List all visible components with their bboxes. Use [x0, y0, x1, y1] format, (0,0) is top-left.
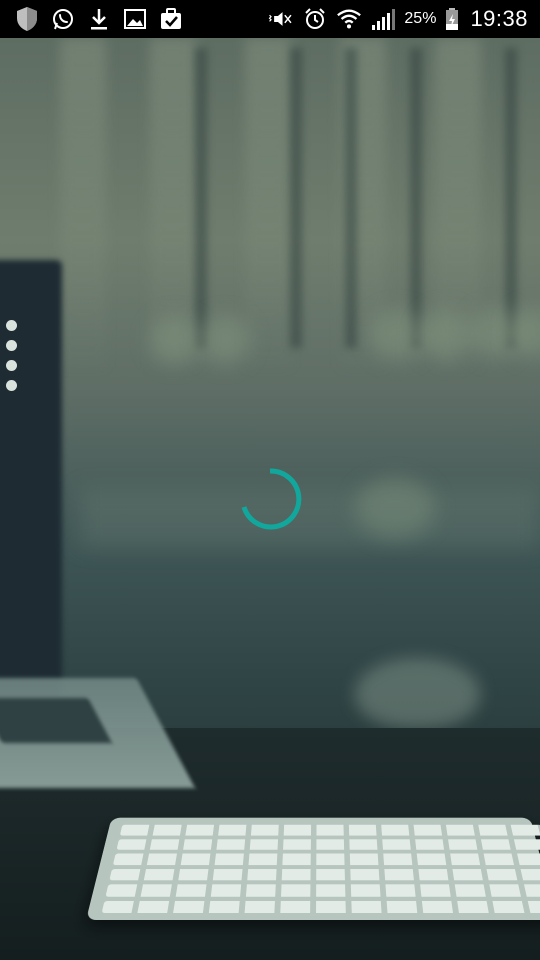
- key-row: [117, 839, 540, 850]
- battery-percent: 25%: [404, 10, 436, 28]
- menu-dot: [6, 380, 17, 391]
- signal-icon: [370, 6, 396, 32]
- blind-slat: [60, 38, 106, 368]
- system-icons: 25% 19:38: [268, 4, 528, 34]
- menu-dot: [6, 360, 17, 371]
- blind-cord: [345, 48, 357, 348]
- window-sill: [80, 488, 540, 548]
- bowl-silhouette: [355, 658, 480, 728]
- key-row: [109, 869, 540, 881]
- key-row: [113, 854, 540, 865]
- keyboard-image: [86, 818, 540, 920]
- keyboard-keys: [102, 825, 540, 913]
- key-row: [120, 825, 540, 835]
- alarm-icon: [302, 6, 328, 32]
- blur-light: [420, 310, 470, 360]
- blur-light: [150, 316, 200, 364]
- side-menu-handle[interactable]: [6, 320, 20, 391]
- image-icon: [122, 6, 148, 32]
- clipboard-check-icon: [158, 6, 184, 32]
- blur-light: [200, 316, 250, 364]
- blind-cord: [410, 48, 422, 348]
- loading-spinner: [238, 467, 302, 531]
- notification-icons: [14, 6, 184, 32]
- menu-dot: [6, 340, 17, 351]
- menu-dot: [6, 320, 17, 331]
- blind-cord: [505, 48, 517, 348]
- shield-icon: [14, 6, 40, 32]
- clock: 19:38: [470, 6, 528, 32]
- battery-icon: [444, 6, 460, 32]
- status-bar: 25% 19:38: [0, 0, 540, 38]
- blind-cord: [195, 48, 207, 348]
- blind-cord: [290, 48, 302, 348]
- blur-light: [370, 310, 425, 360]
- whatsapp-icon: [50, 6, 76, 32]
- wifi-icon: [336, 6, 362, 32]
- key-row: [102, 901, 540, 913]
- key-row: [106, 884, 540, 896]
- blind-slat: [245, 38, 291, 368]
- download-icon: [86, 6, 112, 32]
- vibrate-mute-icon: [268, 6, 294, 32]
